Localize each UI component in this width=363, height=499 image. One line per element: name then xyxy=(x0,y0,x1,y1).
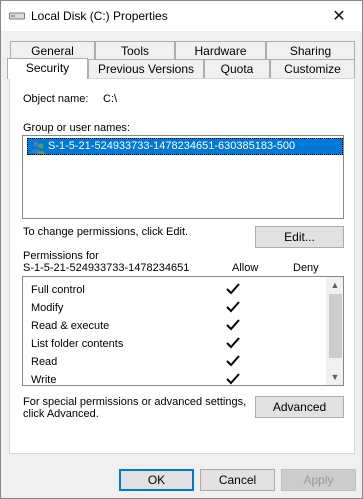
change-permissions-text: To change permissions, click Edit. xyxy=(23,226,189,238)
permission-name: Modify xyxy=(31,302,64,314)
table-row: Read & execute xyxy=(23,318,323,336)
window-title: Local Disk (C:) Properties xyxy=(31,9,168,23)
security-panel: Object name: C:\ Group or user names: S-… xyxy=(9,78,355,454)
permissions-principal: S-1-5-21-524933733-1478234651 xyxy=(23,262,190,274)
advanced-button[interactable]: Advanced xyxy=(255,396,344,418)
check-icon xyxy=(226,301,240,313)
allow-header: Allow xyxy=(232,262,259,274)
check-icon xyxy=(226,373,240,385)
advanced-text-line2: click Advanced. xyxy=(23,408,99,420)
tab-tools[interactable]: Tools xyxy=(95,41,175,59)
tab-sharing[interactable]: Sharing xyxy=(266,41,355,59)
scroll-up-icon[interactable]: ▲ xyxy=(327,277,343,293)
user-icon xyxy=(31,141,45,154)
drive-icon xyxy=(9,12,25,20)
object-name-label: Object name: xyxy=(23,93,89,105)
table-row: Write xyxy=(23,372,323,386)
ok-button[interactable]: OK xyxy=(119,469,194,491)
tab-security[interactable]: Security xyxy=(7,58,88,79)
tab-customize[interactable]: Customize xyxy=(270,59,355,78)
table-row: Full control xyxy=(23,282,323,300)
properties-window: Local Disk (C:) Properties ✕ General Too… xyxy=(0,0,363,499)
check-icon xyxy=(226,355,240,367)
group-users-label: Group or user names: xyxy=(23,122,130,134)
permissions-scrollbar[interactable]: ▲ ▼ xyxy=(326,277,343,385)
table-row: List folder contents xyxy=(23,336,323,354)
table-row: Read xyxy=(23,354,323,372)
close-button[interactable]: ✕ xyxy=(316,1,362,31)
permissions-list[interactable]: Full control Modify Read & execute List … xyxy=(22,276,344,386)
permissions-for-label: Permissions for xyxy=(23,250,99,262)
check-icon xyxy=(226,283,240,295)
table-row: Modify xyxy=(23,300,323,318)
object-name-value: C:\ xyxy=(103,93,118,105)
scrollbar-thumb[interactable] xyxy=(329,294,342,358)
tab-previous-versions[interactable]: Previous Versions xyxy=(88,59,204,78)
scroll-down-icon[interactable]: ▼ xyxy=(327,369,343,385)
permission-name: Full control xyxy=(31,284,85,296)
group-users-list[interactable]: S-1-5-21-524933733-1478234651-630385183-… xyxy=(22,135,344,219)
tab-hardware[interactable]: Hardware xyxy=(175,41,266,59)
title-bar: Local Disk (C:) Properties ✕ xyxy=(1,1,362,31)
check-icon xyxy=(226,337,240,349)
permission-name: Write xyxy=(31,374,57,386)
list-item[interactable]: S-1-5-21-524933733-1478234651-630385183-… xyxy=(27,138,343,155)
apply-button[interactable]: Apply xyxy=(281,469,356,491)
advanced-text-line1: For special permissions or advanced sett… xyxy=(23,396,247,408)
edit-button[interactable]: Edit... xyxy=(255,226,344,248)
permission-name: List folder contents xyxy=(31,338,124,350)
deny-header: Deny xyxy=(293,262,319,274)
tab-general[interactable]: General xyxy=(10,41,95,59)
close-icon: ✕ xyxy=(332,8,346,25)
cancel-button[interactable]: Cancel xyxy=(200,469,275,491)
check-icon xyxy=(226,319,240,331)
tab-quota[interactable]: Quota xyxy=(204,59,270,78)
group-user-name: S-1-5-21-524933733-1478234651-630385183-… xyxy=(48,140,296,152)
permission-name: Read & execute xyxy=(31,320,110,332)
permission-name: Read xyxy=(31,356,58,368)
